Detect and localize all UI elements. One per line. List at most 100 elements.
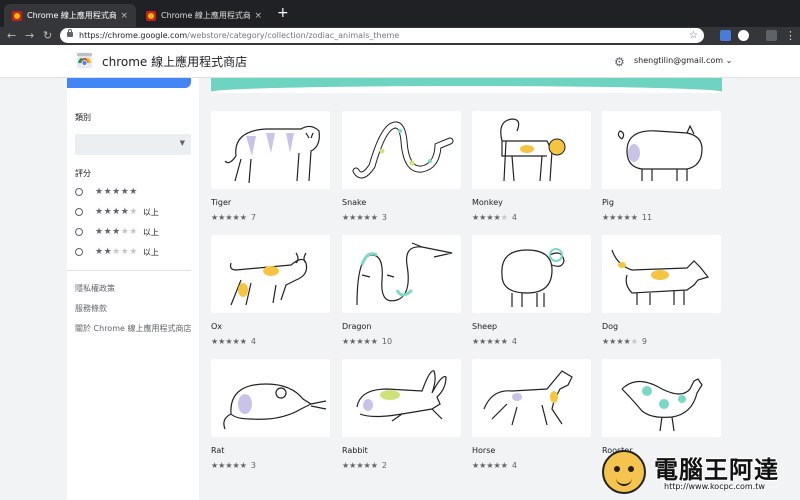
extension-icon[interactable]: [720, 30, 731, 41]
chevron-down-icon: ⌄: [725, 56, 733, 65]
filled-stars: ★★★★★: [472, 461, 508, 470]
store-title[interactable]: chrome 線上應用程式商店: [102, 53, 247, 70]
theme-card-sheep[interactable]: Sheep ★★★★★ 4: [472, 235, 591, 347]
divider: [67, 270, 191, 271]
browser-tab-2[interactable]: Chrome 線上應用程式商店 - Ch ×: [138, 4, 270, 27]
radio-button[interactable]: [75, 228, 83, 236]
theme-name: Sheep: [472, 322, 498, 331]
bookmark-star-icon[interactable]: ☆: [689, 28, 698, 43]
filled-stars: ★★★★★: [342, 213, 378, 222]
filled-stars: ★★★★★: [472, 337, 508, 346]
filled-stars: ★★★★★: [342, 337, 378, 346]
page-gutter: [0, 78, 67, 500]
rating-count: 2: [381, 461, 387, 470]
theme-card-tiger[interactable]: Tiger ★★★★★ 7: [211, 111, 330, 223]
rating-filter-2[interactable]: ★★★★★ 以上: [75, 246, 159, 258]
star-rating: ★★★★★: [211, 461, 247, 470]
collection-banner: [211, 78, 722, 93]
theme-card-ox[interactable]: Ox ★★★★★ 4: [211, 235, 330, 347]
privacy-policy-link[interactable]: 隱私權政策: [75, 283, 115, 294]
extension-icon[interactable]: [738, 30, 749, 41]
filled-stars: ★★★: [95, 227, 121, 237]
account-menu[interactable]: shengtilin@gmail.com ⌄: [634, 56, 732, 65]
pig-thumbnail[interactable]: [602, 111, 721, 189]
rating-count: 4: [250, 337, 256, 346]
rating-count: 3: [250, 461, 256, 470]
rat-thumbnail[interactable]: [211, 359, 330, 437]
theme-name: Pig: [602, 198, 614, 207]
rating-count: 4: [511, 461, 517, 470]
cast-icon[interactable]: [766, 30, 777, 41]
radio-button[interactable]: [75, 208, 83, 216]
rating-count: 4: [511, 213, 517, 222]
theme-card-rabbit[interactable]: Rabbit ★★★★★ 2: [342, 359, 461, 471]
rating-label: 評分: [75, 169, 91, 178]
new-tab-button[interactable]: +: [277, 6, 289, 20]
theme-rating: ★★★★★ 4: [472, 213, 591, 223]
theme-rating: ★★★★★ 7: [211, 213, 330, 223]
radio-button[interactable]: [75, 188, 83, 196]
theme-rating: ★★★★★ 4: [472, 461, 591, 471]
dragon-thumbnail[interactable]: [342, 235, 461, 313]
close-tab-icon[interactable]: ×: [120, 11, 128, 21]
theme-name: Dragon: [342, 322, 372, 331]
filled-stars: ★★★★★: [342, 461, 378, 470]
theme-rating: ★★★★★ 4: [211, 337, 330, 347]
rating-filter-4[interactable]: ★★★★★ 以上: [75, 206, 159, 218]
theme-card-snake[interactable]: Snake ★★★★★ 3: [342, 111, 461, 223]
ox-thumbnail[interactable]: [211, 235, 330, 313]
theme-card-rat[interactable]: Rat ★★★★★ 3: [211, 359, 330, 471]
dog-thumbnail[interactable]: [602, 235, 721, 313]
star-rating: ★★★★★: [602, 337, 638, 346]
watermark-text: 電腦王阿達: [654, 455, 779, 484]
rooster-thumbnail[interactable]: [602, 359, 721, 437]
sheep-thumbnail[interactable]: [472, 235, 591, 313]
sidebar: 類別 ▼ 評分 ★★★★★ ★★★★★ 以上 ★★★★★ 以上 ★★★★★ 以上…: [67, 78, 199, 500]
empty-stars: ★★: [120, 227, 138, 237]
category-label: 類別: [75, 113, 91, 122]
rabbit-thumbnail[interactable]: [342, 359, 461, 437]
lock-icon: [67, 29, 73, 37]
back-arrow-icon[interactable]: ←: [7, 29, 16, 43]
empty-stars: ★★★: [112, 247, 138, 257]
star-rating: ★★★★★: [95, 187, 138, 197]
sidebar-primary-button[interactable]: [67, 78, 191, 88]
monkey-thumbnail[interactable]: [472, 111, 591, 189]
snake-thumbnail[interactable]: [342, 111, 461, 189]
close-tab-icon[interactable]: ×: [254, 11, 262, 21]
star-rating: ★★★★★: [602, 213, 638, 222]
empty-stars: ★: [129, 207, 138, 217]
theme-collection: Tiger ★★★★★ 7 Snake ★★★★★ 3 Monkey ★★★★★ 4 …: [199, 78, 800, 500]
theme-card-monkey[interactable]: Monkey ★★★★★ 4: [472, 111, 591, 223]
radio-button[interactable]: [75, 248, 83, 256]
about-webstore-link[interactable]: 關於 Chrome 線上應用程式商店: [75, 323, 191, 334]
rating-count: 10: [381, 337, 393, 346]
theme-card-pig[interactable]: Pig ★★★★★ 11: [602, 111, 721, 223]
horse-thumbnail[interactable]: [472, 359, 591, 437]
filled-stars: ★★★★: [602, 337, 631, 346]
theme-card-dragon[interactable]: Dragon ★★★★★ 10: [342, 235, 461, 347]
rating-count: 11: [641, 213, 653, 222]
mascot-face-icon: [602, 450, 646, 494]
tiger-thumbnail[interactable]: [211, 111, 330, 189]
account-email: shengtilin@gmail.com: [634, 56, 724, 65]
address-bar[interactable]: https://chrome.google.com/webstore/categ…: [60, 28, 704, 43]
star-rating: ★★★★★: [211, 337, 247, 346]
rating-filter-3[interactable]: ★★★★★ 以上: [75, 226, 159, 238]
theme-card-dog[interactable]: Dog ★★★★★ 9: [602, 235, 721, 347]
theme-card-horse[interactable]: Horse ★★★★★ 4: [472, 359, 591, 471]
rating-filter-5[interactable]: ★★★★★: [75, 186, 143, 198]
webstore-logo-icon[interactable]: [76, 52, 93, 69]
gear-icon[interactable]: ⚙: [614, 55, 625, 69]
forward-arrow-icon[interactable]: →: [25, 29, 34, 43]
theme-name: Rat: [211, 446, 225, 455]
category-select[interactable]: ▼: [75, 134, 191, 155]
filled-stars: ★★★★: [95, 207, 130, 217]
theme-rating: ★★★★★ 3: [342, 213, 461, 223]
terms-of-service-link[interactable]: 服務條款: [75, 303, 107, 314]
browser-tab-1[interactable]: Chrome 線上應用程式商店 - 十 ×: [4, 4, 136, 27]
theme-rating: ★★★★★ 2: [342, 461, 461, 471]
menu-dots-icon[interactable]: ⋮: [785, 29, 796, 43]
reload-icon[interactable]: ↻: [43, 29, 52, 43]
star-rating: ★★★★★: [342, 461, 378, 470]
